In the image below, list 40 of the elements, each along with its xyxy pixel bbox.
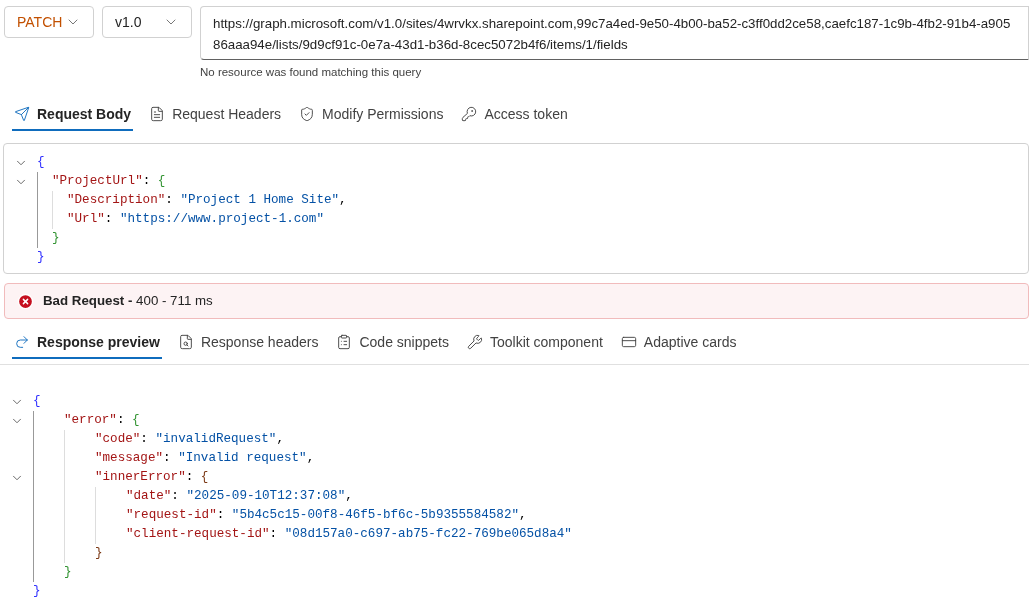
url-field[interactable]: https://graph.microsoft.com/v1.0/sites/4wrvkx.sharepoint.com,99c7a4ed-9e50-4b00-ba52-c3ff0dd2ce58,caefc187-1c9b-4fb2-91b4-a90586aaa94e/lists/9d9cf91c-0e7a-43d1-b36d-8cec5072b4f6/items/1/fields (200, 6, 1029, 60)
code-line: } (52, 230, 60, 248)
tab[interactable]: Modify Permissions (297, 99, 446, 132)
wrench-icon (467, 334, 483, 351)
tab[interactable]: Access token (459, 99, 570, 132)
code-line: "Url": "https://www.project-1.com" (67, 211, 324, 229)
clipboard-icon (336, 334, 353, 351)
dropdown[interactable]: v1.0 (102, 6, 192, 38)
code-line: { (33, 393, 41, 411)
status-message: Bad Request - 400 - 711 ms (43, 292, 213, 311)
shield-icon (299, 106, 316, 123)
code-line: "client-request-id": "08d157a0-c697-ab75-fc22-769be065d8a4" (126, 526, 572, 544)
dropdown[interactable]: PATCH (4, 6, 94, 38)
tab[interactable]: Request Body (12, 99, 134, 132)
code-line: "date": "2025-09-10T12:37:08", (126, 488, 353, 506)
code-line: } (95, 545, 103, 563)
document-icon (149, 106, 166, 123)
code-line: { (37, 154, 45, 172)
key-icon (461, 106, 478, 123)
document-icon (177, 334, 194, 351)
tab[interactable]: Code snippets (334, 327, 451, 360)
code-line: } (33, 583, 41, 601)
code-line: "Description": "Project 1 Home Site", (67, 192, 347, 210)
code-line: "innerError": { (95, 469, 209, 487)
code-line: "request-id": "5b4c5c15-00f8-46f5-bf6c-5b9355584582", (126, 507, 527, 525)
code-line: } (64, 564, 72, 582)
tab[interactable]: Adaptive cards (618, 327, 739, 360)
tab[interactable]: Response headers (175, 327, 321, 360)
arrow-icon (14, 334, 30, 351)
tab[interactable]: Response preview (12, 327, 162, 360)
tab[interactable]: Toolkit component (465, 327, 605, 360)
code-line: "error": { (64, 412, 140, 430)
tab[interactable]: Request Headers (147, 99, 284, 132)
code-line: } (37, 249, 45, 267)
code-line: "code": "invalidRequest", (95, 431, 284, 449)
code-line: "message": "Invalid request", (95, 450, 315, 468)
code-line: "ProjectUrl": { (52, 173, 166, 191)
error-icon (17, 292, 34, 310)
send-icon (14, 106, 30, 123)
hint-text: No resource was found matching this query (200, 65, 422, 80)
